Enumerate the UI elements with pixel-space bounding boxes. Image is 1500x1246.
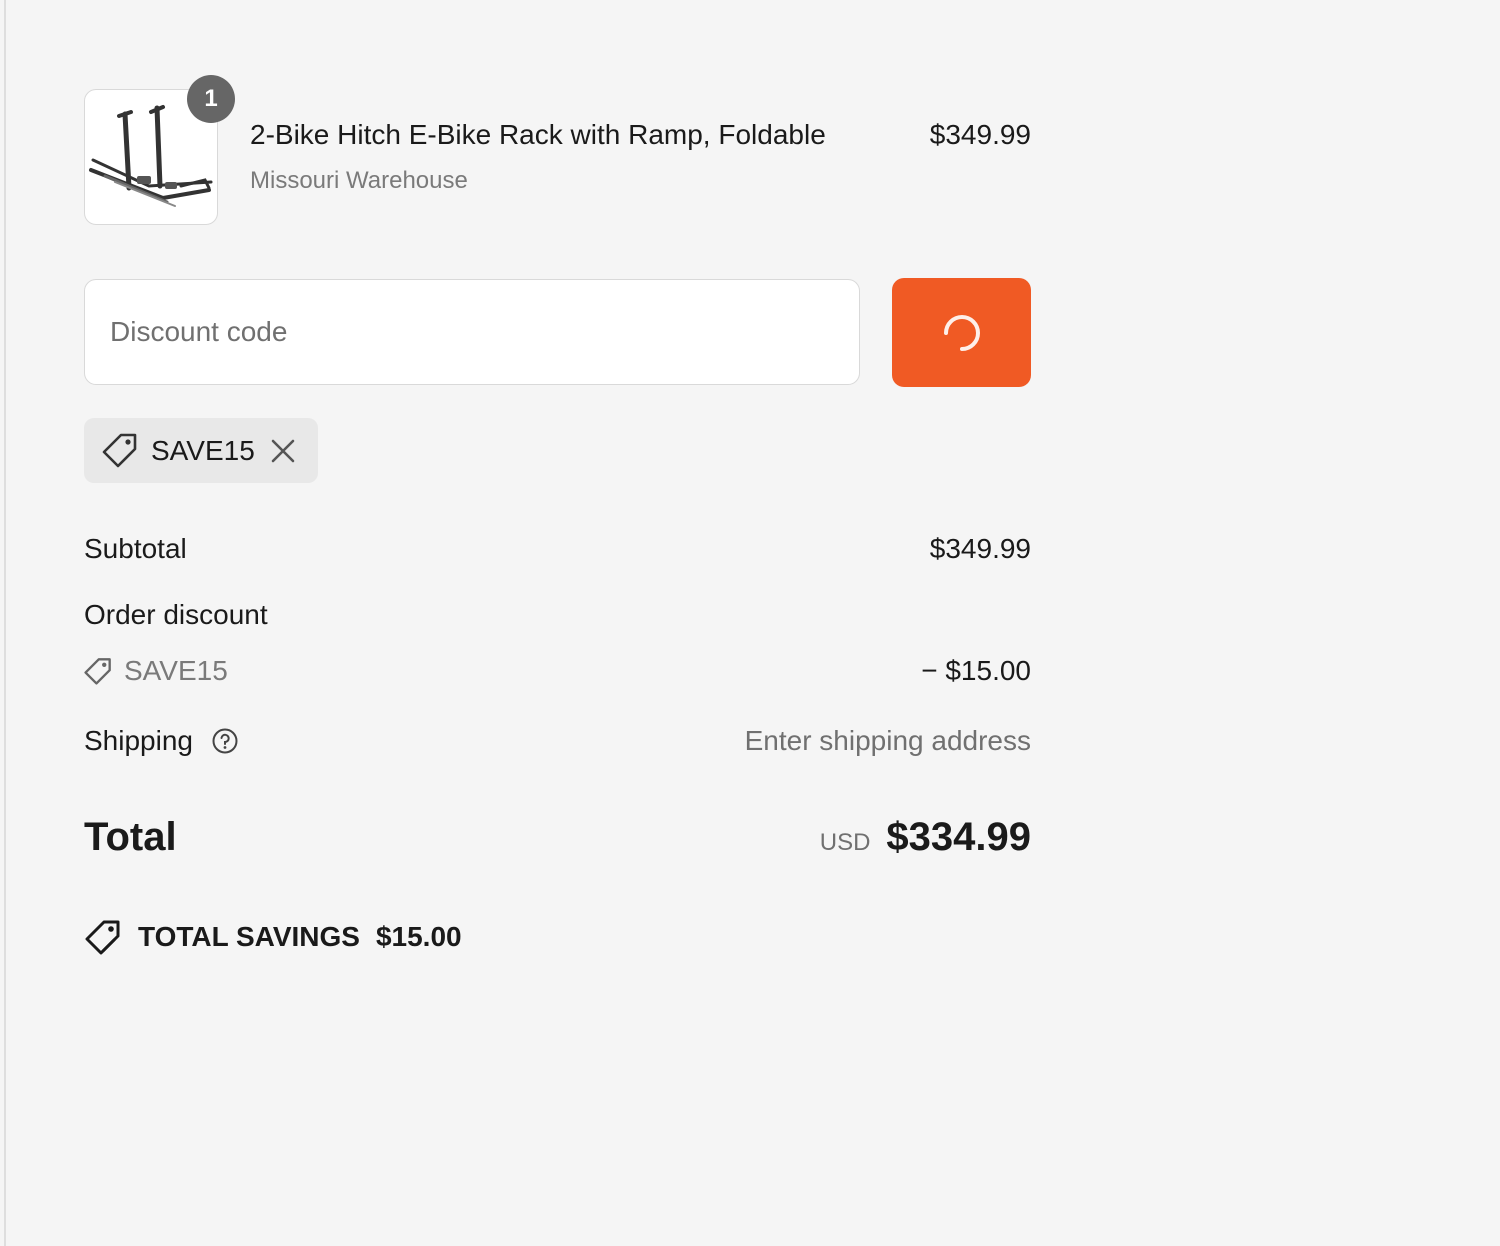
total-value-wrap: USD $334.99 xyxy=(820,815,1031,860)
tag-icon xyxy=(102,433,137,468)
subtotal-row: Subtotal $349.99 xyxy=(84,533,1031,569)
subtotal-label: Subtotal xyxy=(84,533,187,564)
apply-discount-button[interactable] xyxy=(892,278,1031,387)
order-discount-row: Order discount xyxy=(84,599,1031,635)
discount-code-input[interactable] xyxy=(84,279,860,385)
quantity-badge: 1 xyxy=(187,75,235,123)
total-currency: USD xyxy=(819,829,871,856)
discount-code-row: SAVE15 − $15.00 xyxy=(84,655,1031,691)
savings-label: TOTAL SAVINGS xyxy=(138,921,360,952)
shipping-label: Shipping xyxy=(84,725,193,756)
shipping-row: Shipping Enter shipping address xyxy=(84,725,1031,761)
subtotal-value: $349.99 xyxy=(929,533,1031,564)
applied-discount-tag: SAVE15 xyxy=(84,418,318,483)
remove-discount-button[interactable] xyxy=(267,435,299,467)
discount-code-wrap: SAVE15 xyxy=(84,655,228,687)
applied-code-label: SAVE15 xyxy=(151,435,255,466)
product-variant: Missouri Warehouse xyxy=(250,167,468,194)
spinner-icon xyxy=(943,314,980,351)
shipping-label-wrap: Shipping xyxy=(84,725,239,757)
savings-amount: $15.00 xyxy=(375,921,462,952)
total-amount: $334.99 xyxy=(886,815,1031,859)
discount-code-name: SAVE15 xyxy=(124,655,228,686)
panel-divider xyxy=(4,0,6,1246)
product-name: 2-Bike Hitch E-Bike Rack with Ramp, Fold… xyxy=(250,119,826,150)
savings-tag-icon xyxy=(85,920,120,955)
tag-icon xyxy=(84,658,111,685)
total-savings: TOTAL SAVINGS $15.00 xyxy=(84,919,462,955)
total-label: Total xyxy=(84,815,177,859)
shipping-value: Enter shipping address xyxy=(744,725,1031,756)
product-price: $349.99 xyxy=(929,119,1031,150)
discount-amount: − $15.00 xyxy=(921,655,1031,686)
help-icon[interactable] xyxy=(211,727,239,755)
cart-line-item: 1 2-Bike Hitch E-Bike Rack with Ramp, Fo… xyxy=(84,75,1031,227)
total-row: Total USD $334.99 xyxy=(84,815,1031,865)
close-icon xyxy=(271,439,295,463)
order-discount-label: Order discount xyxy=(84,599,268,630)
